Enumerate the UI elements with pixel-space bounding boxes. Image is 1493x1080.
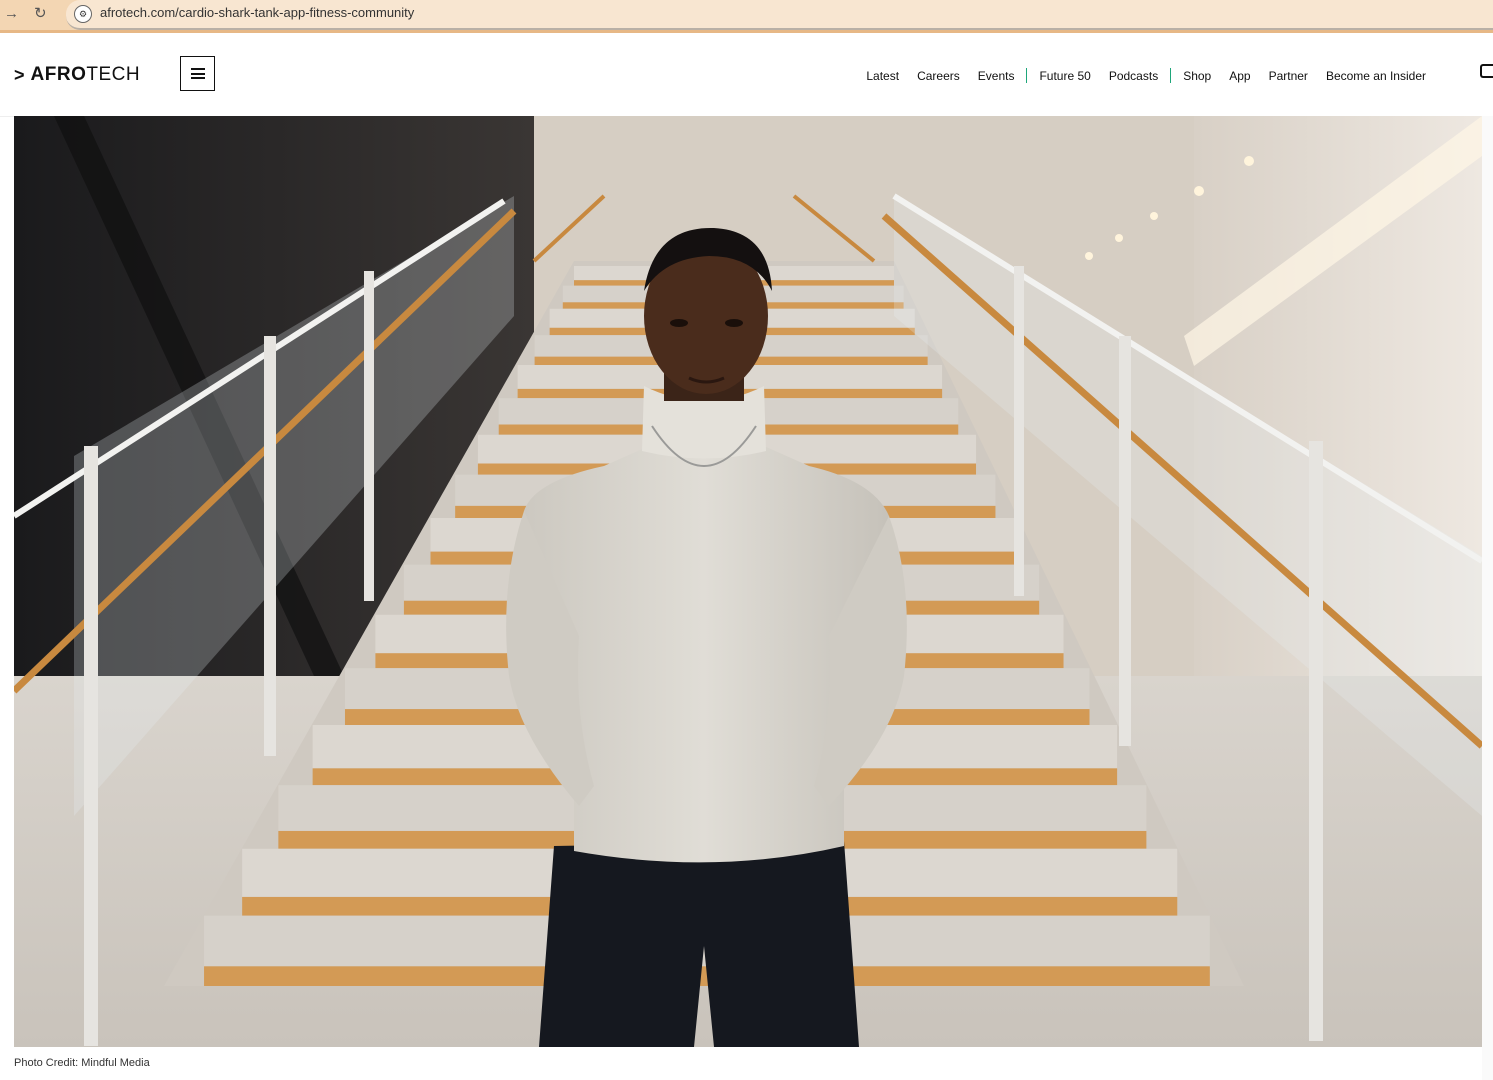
nav-podcasts[interactable]: Podcasts [1109,69,1158,83]
afrotech-logo[interactable]: > AFROTECH [14,64,140,86]
main-nav: Latest Careers Events Future 50 Podcasts… [857,68,1435,83]
nav-divider [1026,68,1028,83]
hamburger-menu-icon [191,68,205,79]
reload-icon[interactable]: ↻ [34,4,47,24]
nav-future-50[interactable]: Future 50 [1039,69,1090,83]
page-edge [1482,116,1493,1080]
photo-caption: Photo Credit: Mindful Media [14,1057,150,1069]
address-bar[interactable]: ⚙ afrotech.com/cardio-shark-tank-app-fit… [66,0,1493,30]
nav-divider [1170,68,1172,83]
hero-photo-illustration [14,116,1482,1047]
hero-photo [14,116,1482,1047]
browser-toolbar: → ↻ ⚙ afrotech.com/cardio-shark-tank-app… [0,0,1493,33]
logo-text: AFROTECH [31,64,141,86]
nav-latest[interactable]: Latest [866,69,899,83]
nav-careers[interactable]: Careers [917,69,960,83]
logo-text-light: TECH [86,64,141,85]
site-settings-icon[interactable]: ⚙ [74,5,92,23]
nav-become-an-insider[interactable]: Become an Insider [1326,69,1426,83]
nav-events[interactable]: Events [978,69,1015,83]
hamburger-menu-button[interactable] [180,56,215,91]
logo-text-bold: AFRO [30,64,87,85]
url-text[interactable]: afrotech.com/cardio-shark-tank-app-fitne… [100,5,414,20]
nav-app[interactable]: App [1229,69,1250,83]
logo-chevron-icon: > [14,64,25,85]
nav-partner[interactable]: Partner [1269,69,1308,83]
site-header: > AFROTECH Latest Careers Events Future … [0,36,1493,117]
search-icon[interactable] [1480,64,1493,78]
nav-shop[interactable]: Shop [1183,69,1211,83]
arrow-right-icon[interactable]: → [4,4,19,24]
